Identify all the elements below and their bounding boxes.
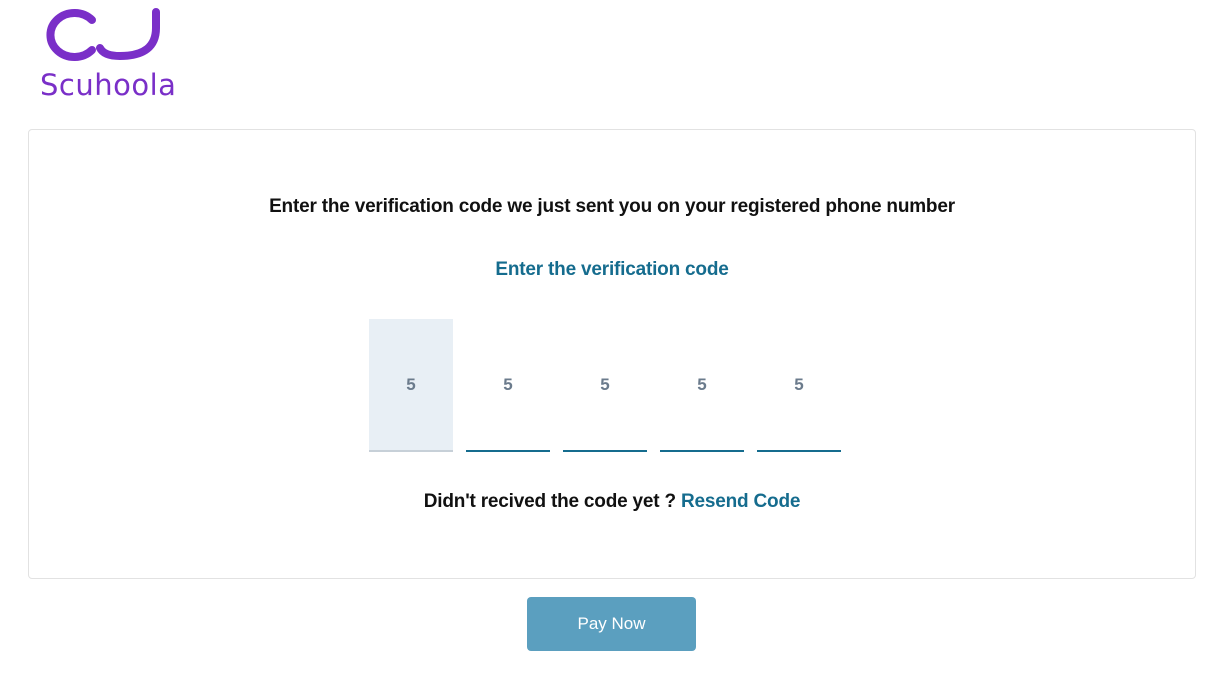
pay-now-button[interactable]: Pay Now bbox=[527, 597, 696, 651]
brand-logo: Scuhoola bbox=[38, 6, 188, 102]
resend-prompt: Didn't recived the code yet ? bbox=[423, 491, 676, 512]
resend-code-link[interactable]: Resend Code bbox=[681, 491, 800, 512]
verification-card: Enter the verification code we just sent… bbox=[28, 129, 1196, 579]
otp-inputs bbox=[369, 319, 841, 453]
otp-digit-5[interactable] bbox=[757, 319, 841, 452]
brand-name: Scuhoola bbox=[40, 68, 177, 102]
otp-digit-2[interactable] bbox=[466, 319, 550, 452]
otp-digit-1[interactable] bbox=[369, 319, 453, 452]
otp-digit-4[interactable] bbox=[660, 319, 744, 452]
verification-page: Scuhoola Enter the verification code we … bbox=[0, 0, 1231, 685]
resend-line: Didn't recived the code yet ? Resend Cod… bbox=[29, 491, 1195, 513]
instruction-text: Enter the verification code we just sent… bbox=[269, 196, 955, 217]
verification-subtitle: Enter the verification code bbox=[495, 259, 729, 280]
otp-digit-3[interactable] bbox=[563, 319, 647, 452]
logo-mark-icon bbox=[46, 8, 160, 61]
